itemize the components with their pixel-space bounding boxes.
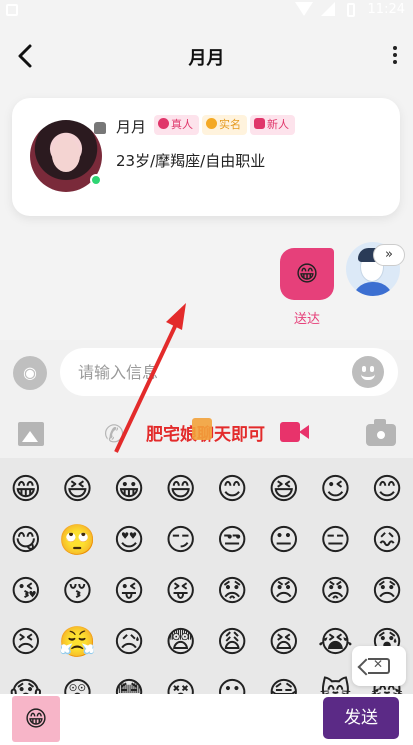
badge-real-person: 真人: [154, 115, 199, 135]
emoji-item[interactable]: 🙄: [52, 515, 104, 566]
signal-icon: [321, 2, 335, 16]
emoji-item[interactable]: 😊: [361, 464, 413, 515]
real-person-icon: [158, 118, 169, 129]
emoji-item[interactable]: 😵: [155, 668, 207, 694]
emoji-item[interactable]: 😉: [310, 464, 362, 515]
message-input[interactable]: [60, 348, 398, 396]
expand-button[interactable]: »: [373, 244, 405, 266]
emoji-item[interactable]: 😐: [258, 515, 310, 566]
message-status: 送达: [293, 312, 320, 327]
android-icon: [94, 122, 106, 134]
profile-name: 月月: [116, 118, 147, 136]
send-button[interactable]: 发送: [323, 697, 399, 739]
profile-avatar[interactable]: [30, 120, 106, 192]
status-time: 11:24: [367, 2, 405, 17]
emoji-item[interactable]: 😒: [206, 515, 258, 566]
more-dot-icon: [393, 53, 397, 57]
emoji-item[interactable]: 😝: [155, 566, 207, 617]
new-user-icon: [254, 118, 265, 129]
badge-new: 新人: [250, 115, 295, 135]
emoji-item[interactable]: 😲: [52, 668, 104, 694]
emoji-item[interactable]: 😡: [310, 566, 362, 617]
smile-icon: [361, 374, 375, 380]
sent-message-bubble[interactable]: 😁: [280, 248, 334, 300]
badge-label: 真人: [171, 118, 193, 131]
page-title: 月月: [188, 48, 225, 69]
badge-label: 新人: [267, 118, 289, 131]
gift-icon: [192, 418, 212, 440]
emoji-item[interactable]: 😊: [206, 464, 258, 515]
emoji-item[interactable]: 😠: [258, 566, 310, 617]
more-dot-icon: [393, 46, 397, 50]
emoji-item[interactable]: 😞: [361, 566, 413, 617]
emoji-item[interactable]: 😀: [103, 464, 155, 515]
wifi-icon: [295, 2, 313, 16]
emoji-item[interactable]: 😟: [206, 566, 258, 617]
input-bar: ◉: [0, 340, 413, 406]
profile-card[interactable]: 月月 真人 实名 新人 23岁/摩羯座/自由职业: [12, 98, 400, 216]
camera-icon[interactable]: [366, 419, 396, 446]
emoji-item[interactable]: 😚: [52, 566, 104, 617]
app-header: 月月: [0, 30, 413, 82]
voice-input-button[interactable]: ◉: [13, 356, 47, 390]
status-bar: 11:24: [0, 0, 413, 22]
emoji-item[interactable]: 😆: [52, 464, 104, 515]
delete-button[interactable]: ✕: [352, 646, 406, 686]
emoji-item[interactable]: 😶: [206, 668, 258, 694]
emoji-item[interactable]: 😍: [103, 515, 155, 566]
verified-icon: [206, 118, 217, 129]
emoji-item[interactable]: 😫: [258, 617, 310, 668]
voice-icon: ◉: [23, 363, 37, 382]
emoji-item[interactable]: 😤: [52, 617, 104, 668]
emoji-item[interactable]: 😩: [206, 617, 258, 668]
video-icon: [280, 422, 309, 442]
emoji-item[interactable]: 😜: [103, 566, 155, 617]
emoji-tab[interactable]: 😁: [12, 696, 60, 742]
emoji-item[interactable]: 😨: [155, 617, 207, 668]
badge-verified: 实名: [202, 115, 247, 135]
emoji-item[interactable]: 😑: [310, 515, 362, 566]
notification-icon: [6, 4, 18, 16]
bottom-bar: 😁 发送: [0, 694, 413, 745]
battery-icon: [347, 3, 355, 17]
phone-icon[interactable]: ✆: [104, 420, 124, 448]
emoji-item[interactable]: 😘: [0, 566, 52, 617]
online-status-dot: [90, 174, 102, 186]
emoji-item[interactable]: 😏: [155, 515, 207, 566]
emoji-item[interactable]: 😄: [155, 464, 207, 515]
emoji-item[interactable]: 😷: [258, 668, 310, 694]
emoji-toggle-button[interactable]: [352, 356, 384, 388]
profile-info: 23岁/摩羯座/自由职业: [116, 152, 266, 170]
image-icon[interactable]: [18, 422, 44, 446]
emoji-item[interactable]: 😥: [103, 617, 155, 668]
emoji-item[interactable]: 😣: [0, 617, 52, 668]
emoji-item[interactable]: 😱: [0, 668, 52, 694]
emoji-item[interactable]: 😋: [0, 515, 52, 566]
more-dot-icon: [393, 60, 397, 64]
more-options-button[interactable]: [387, 44, 403, 70]
emoji-item[interactable]: 😳: [103, 668, 155, 694]
emoji-item[interactable]: 😖: [361, 515, 413, 566]
emoji-item[interactable]: 😁: [0, 464, 52, 515]
emoji-item[interactable]: 😆: [258, 464, 310, 515]
badge-label: 实名: [219, 118, 241, 131]
